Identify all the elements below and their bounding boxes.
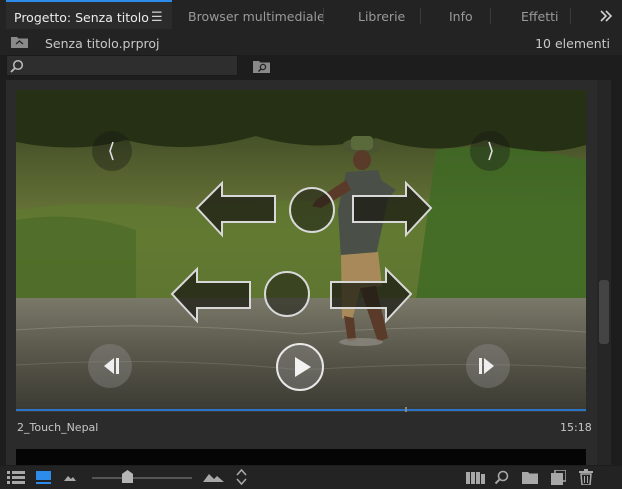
find-icon[interactable] (494, 470, 509, 485)
tab-label: Librerie (358, 9, 406, 24)
new-bin-icon[interactable] (522, 471, 538, 484)
playhead-marker[interactable] (405, 407, 407, 412)
clip-name[interactable]: 2_Touch_Nepal (17, 421, 98, 434)
tab-browser-multimediale[interactable]: Browser multimediale (188, 0, 325, 31)
scrollbar-thumb[interactable] (599, 280, 609, 344)
tab-progetto[interactable]: Progetto: Senza titolo ☰ (6, 0, 172, 29)
sort-icon[interactable] (236, 469, 247, 485)
hamburger-menu-icon[interactable]: ☰ (151, 2, 163, 33)
tab-librerie[interactable]: Librerie (358, 0, 405, 31)
tab-separator (490, 8, 491, 24)
search-icon (10, 59, 24, 73)
search-input[interactable] (6, 55, 238, 76)
tab-separator (420, 8, 421, 24)
tab-label: Effetti (521, 9, 559, 24)
panel-tab-bar: Progetto: Senza titolo ☰ Browser multime… (0, 0, 622, 32)
tab-label: Progetto: Senza titolo (14, 10, 149, 25)
play-button[interactable] (276, 343, 324, 391)
next-clip-thumbnail[interactable] (16, 449, 586, 465)
icon-view-icon[interactable] (36, 471, 51, 484)
step-back-icon (104, 358, 119, 374)
step-back-button[interactable] (88, 344, 132, 388)
bottom-toolbar (0, 466, 622, 489)
step-forward-icon (479, 358, 494, 374)
new-item-icon[interactable] (551, 470, 566, 485)
chevron-left-icon (109, 141, 114, 161)
zoom-slider-thumb[interactable] (122, 470, 133, 483)
next-poster-frame-button[interactable] (470, 131, 510, 171)
zoom-slider-track[interactable] (92, 477, 192, 479)
zoom-in-icon[interactable] (203, 472, 224, 482)
tab-label: Info (449, 9, 473, 24)
tab-separator (323, 8, 324, 24)
item-count: 10 elementi (535, 36, 610, 51)
project-file-name: Senza titolo.prproj (45, 36, 160, 51)
tab-separator (570, 8, 571, 24)
clip-progress-bar[interactable] (16, 409, 586, 411)
prev-poster-frame-button[interactable] (92, 131, 132, 171)
folder-up-icon[interactable] (11, 36, 28, 48)
automate-to-sequence-icon[interactable] (466, 472, 485, 484)
tab-info[interactable]: Info (449, 0, 473, 31)
list-view-icon[interactable] (7, 471, 25, 484)
clip-duration: 15:18 (560, 421, 592, 434)
tab-label: Browser multimediale (188, 9, 325, 24)
tab-effetti[interactable]: Effetti (521, 0, 558, 31)
chevron-right-icon (488, 141, 493, 161)
zoom-out-icon[interactable] (64, 475, 76, 481)
double-chevron-right-icon[interactable] (599, 10, 613, 22)
new-search-bin-icon[interactable] (253, 59, 270, 73)
clip-thumbnail[interactable] (16, 90, 586, 412)
play-icon (295, 357, 311, 377)
step-forward-button[interactable] (466, 344, 510, 388)
trash-icon[interactable] (579, 469, 593, 485)
vertical-scrollbar[interactable] (597, 80, 611, 465)
